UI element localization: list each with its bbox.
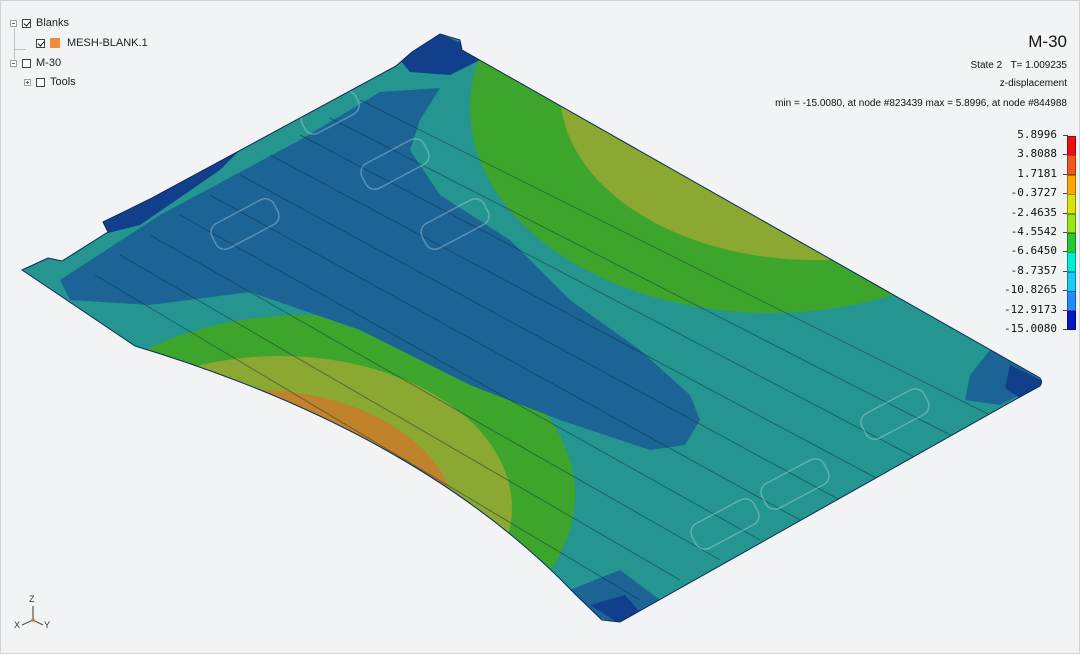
band-orange-bottom	[55, 390, 455, 622]
checkbox-blanks[interactable]	[22, 18, 31, 28]
tree-item-label: MESH-BLANK.1	[67, 37, 148, 49]
legend-label: -4.5542	[1010, 225, 1057, 238]
tree-item-m30[interactable]: M-30	[10, 55, 61, 71]
legend-label: -8.7357	[1010, 263, 1057, 277]
legend-label: -2.4635	[1010, 205, 1057, 219]
time-label: T= 1.009235	[1010, 60, 1067, 71]
legend-color-segment	[1067, 271, 1076, 292]
triad-y-label: Y	[44, 620, 51, 630]
viewport-title: M-30	[1028, 32, 1067, 51]
collapse-icon[interactable]	[10, 19, 17, 27]
state-time-text: State 2 T= 1.009235	[971, 60, 1067, 71]
checkbox-tools[interactable]	[36, 77, 45, 87]
legend-color-segment	[1067, 155, 1076, 176]
band-red-bottom	[60, 425, 396, 622]
tree-line	[14, 49, 26, 50]
expand-icon[interactable]	[24, 78, 31, 86]
part-color-swatch	[50, 38, 60, 48]
legend-label: -6.6450	[1010, 244, 1057, 258]
axis-triad: Z X Y	[10, 594, 60, 638]
legend-label: 5.8996	[1017, 128, 1057, 141]
legend-label: -0.3727	[1010, 186, 1057, 200]
tree-item-label: Blanks	[36, 17, 70, 29]
legend-color-segment	[1067, 213, 1076, 234]
tree-item-blanks[interactable]: Blanks	[10, 15, 69, 31]
min-max-text: min = -15.0080, at node #823439 max = 5.…	[775, 98, 1067, 109]
band-yellow-bottom	[48, 356, 512, 622]
checkbox-mesh-blank[interactable]	[36, 38, 45, 48]
legend-label: -10.8265	[1004, 283, 1057, 297]
triad-z-label: Z	[29, 594, 35, 604]
state-label: State 2	[970, 60, 1003, 71]
tree-item-label: Tools	[50, 76, 76, 88]
tree-item-label: M-30	[36, 57, 62, 69]
tree-item-tools[interactable]: Tools	[24, 74, 76, 90]
triad-x-label: X	[14, 620, 21, 630]
result-name: z-displacement	[999, 78, 1067, 89]
legend-label: 1.7181	[1017, 166, 1057, 180]
legend-color-segment	[1067, 194, 1076, 215]
collapse-icon[interactable]	[10, 59, 17, 67]
legend-label: -15.0080	[1004, 322, 1057, 335]
tree-item-mesh-blank[interactable]: MESH-BLANK.1	[36, 35, 148, 51]
legend-color-segment	[1067, 252, 1076, 273]
legend-color-segment	[1067, 174, 1076, 195]
legend-color-segment	[1067, 233, 1076, 253]
checkbox-m30[interactable]	[22, 58, 31, 68]
legend-color-segment	[1067, 136, 1076, 156]
legend-label: -12.9173	[1004, 302, 1057, 316]
legend-color-segment	[1067, 310, 1076, 330]
triad-icon	[21, 606, 44, 626]
legend-label: 3.8088	[1017, 147, 1057, 161]
legend-color-segment	[1067, 291, 1076, 312]
